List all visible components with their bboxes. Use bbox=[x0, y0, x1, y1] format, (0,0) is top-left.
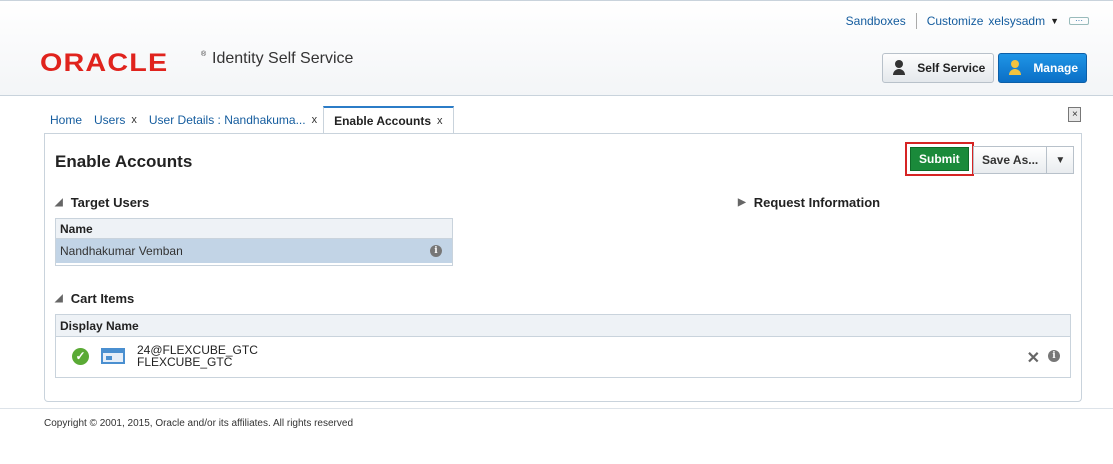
divider bbox=[915, 13, 917, 29]
header: ORACLE ® Identity Self Service Sandboxes… bbox=[0, 0, 1113, 96]
mode-switcher: Self Service Manage bbox=[882, 53, 1087, 83]
application-icon bbox=[101, 348, 125, 364]
more-icon[interactable]: ··· bbox=[1069, 17, 1089, 25]
self-service-button[interactable]: Self Service bbox=[882, 53, 995, 83]
application-name: FLEXCUBE_GTC bbox=[137, 355, 233, 369]
tab-label: Users bbox=[94, 113, 126, 127]
manage-button[interactable]: Manage bbox=[998, 53, 1087, 83]
submit-button[interactable]: Submit bbox=[910, 147, 969, 171]
column-header-name[interactable]: Name bbox=[56, 219, 452, 239]
column-header-display-name[interactable]: Display Name bbox=[56, 315, 1070, 337]
expand-triangle-icon: ▶ bbox=[738, 197, 746, 208]
user-menu[interactable]: xelsysadm ▼ bbox=[983, 14, 1059, 28]
section-title: Target Users bbox=[70, 195, 150, 210]
target-users-table: Name Nandhakumar Vemban i bbox=[55, 218, 453, 266]
target-users-header[interactable]: ◢ Target Users bbox=[55, 195, 149, 210]
app-title: Identity Self Service bbox=[212, 50, 354, 67]
registered-mark: ® bbox=[201, 51, 207, 58]
close-icon[interactable]: x bbox=[131, 114, 137, 126]
cart-items-header[interactable]: ◢ Cart Items bbox=[55, 291, 134, 306]
username: xelsysadm bbox=[988, 14, 1046, 28]
close-icon[interactable]: x bbox=[312, 114, 318, 126]
sandboxes-link[interactable]: Sandboxes bbox=[846, 14, 906, 28]
check-icon: ✓ bbox=[72, 347, 89, 365]
oracle-logo: ORACLE bbox=[40, 49, 169, 77]
self-service-label: Self Service bbox=[917, 61, 986, 75]
tab-bar: Home Users x User Details : Nandhakuma..… bbox=[44, 106, 454, 134]
cart-item-text: 24@FLEXCUBE_GTC FLEXCUBE_GTC bbox=[137, 344, 258, 368]
info-icon[interactable]: i bbox=[1048, 350, 1060, 362]
tab-enable-accounts[interactable]: Enable Accounts x bbox=[323, 106, 454, 134]
customize-link[interactable]: Customize bbox=[927, 14, 984, 28]
submit-highlight: Submit bbox=[905, 142, 974, 176]
tab-user-details[interactable]: User Details : Nandhakuma... x bbox=[143, 106, 323, 134]
footer-divider bbox=[0, 408, 1113, 409]
global-links: Sandboxes Customize xelsysadm ▼ ··· bbox=[846, 13, 1089, 29]
tab-home[interactable]: Home bbox=[44, 106, 88, 134]
dropdown-icon[interactable]: ▼ bbox=[1047, 147, 1073, 173]
copyright-text: Copyright © 2001, 2015, Oracle and/or it… bbox=[44, 418, 354, 429]
save-as-button[interactable]: Save As... ▼ bbox=[973, 146, 1075, 174]
page-title: Enable Accounts bbox=[55, 152, 193, 171]
section-title: Request Information bbox=[753, 195, 881, 210]
remove-icon[interactable]: ✕ bbox=[1027, 348, 1040, 368]
tab-label: Home bbox=[50, 113, 83, 127]
cart-items-table: Display Name ✓ 24@FLEXCUBE_GTC FLEXCUBE_… bbox=[55, 314, 1071, 378]
close-all-tabs-icon[interactable] bbox=[1068, 107, 1081, 122]
collapse-triangle-icon: ◢ bbox=[55, 197, 63, 208]
close-icon[interactable]: x bbox=[437, 115, 443, 127]
main-panel: Enable Accounts Submit Save As... ▼ ◢ Ta… bbox=[44, 134, 1082, 402]
table-row[interactable]: ✓ 24@FLEXCUBE_GTC FLEXCUBE_GTC ✕ i bbox=[56, 337, 1070, 375]
caret-down-icon: ▼ bbox=[1050, 16, 1059, 26]
people-icon bbox=[1007, 60, 1023, 76]
request-information-header[interactable]: ▶ Request Information bbox=[738, 195, 880, 210]
tab-label: User Details : Nandhakuma... bbox=[148, 113, 306, 127]
tab-label: Enable Accounts bbox=[334, 114, 432, 128]
person-icon bbox=[891, 60, 907, 76]
user-name: Nandhakumar Vemban bbox=[60, 244, 183, 258]
manage-label: Manage bbox=[1033, 61, 1078, 75]
collapse-triangle-icon: ◢ bbox=[55, 293, 63, 304]
save-as-label[interactable]: Save As... bbox=[974, 147, 1048, 173]
table-row[interactable]: Nandhakumar Vemban i bbox=[56, 239, 452, 263]
section-title: Cart Items bbox=[70, 291, 135, 306]
tab-users[interactable]: Users x bbox=[88, 106, 143, 134]
info-icon[interactable]: i bbox=[430, 245, 442, 257]
